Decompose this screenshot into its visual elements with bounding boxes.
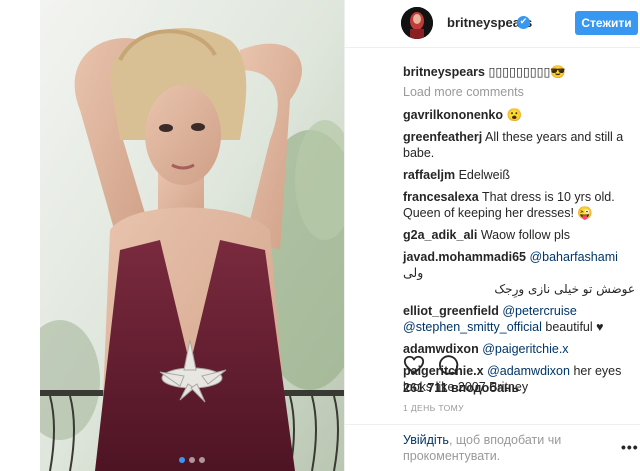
likes-count[interactable]: 261 711 вподобань xyxy=(403,381,519,395)
login-prompt: Увійдіть, щоб вподобати чи прокоментуват… xyxy=(345,424,640,471)
comment-icon[interactable] xyxy=(437,354,459,376)
comment-mention-link[interactable]: @petercruise xyxy=(502,304,577,318)
comment-username[interactable]: elliot_greenfield xyxy=(403,304,499,318)
comment: g2a_adik_ali Waow follow pls xyxy=(403,227,635,243)
caption-username[interactable]: britneyspears xyxy=(403,65,485,79)
comment-username[interactable]: g2a_adik_ali xyxy=(403,228,477,242)
comments-list: britneyspears ▯▯▯▯▯▯▯▯▯😎 Load more comme… xyxy=(403,64,635,401)
comment: elliot_greenfield @petercruise @stephen_… xyxy=(403,303,635,335)
verified-badge-icon: ✔ xyxy=(517,16,530,29)
post-details: britneyspears ✔ Стежити britneyspears ▯▯… xyxy=(344,0,640,471)
post-container: britneyspears ✔ Стежити britneyspears ▯▯… xyxy=(0,0,640,471)
comment-text-rtl: عوضش تو خیلی نازی ورِجک xyxy=(494,282,635,296)
post-header: britneyspears ✔ Стежити xyxy=(345,0,640,48)
comment: raffaeljm Edelweiß xyxy=(403,167,635,183)
carousel-indicator xyxy=(40,457,344,463)
comment: gavrilkononenko 😮 xyxy=(403,107,635,123)
comment-mention-link[interactable]: @baharfashami xyxy=(529,250,617,264)
post-photo[interactable] xyxy=(40,0,344,471)
comment: greenfeatherj All these years and still … xyxy=(403,129,635,161)
comment-username[interactable]: gavrilkononenko xyxy=(403,108,503,122)
carousel-dot[interactable] xyxy=(179,457,185,463)
comment-username[interactable]: javad.mohammadi65 xyxy=(403,250,526,264)
carousel-dot[interactable] xyxy=(199,457,205,463)
comment-username[interactable]: raffaeljm xyxy=(403,168,455,182)
comment-text: 😮 xyxy=(506,108,523,122)
comment-text: beautiful ♥ xyxy=(545,320,604,334)
comment-text: Waow follow pls xyxy=(480,228,570,242)
carousel-dot[interactable] xyxy=(189,457,195,463)
avatar-image xyxy=(401,7,433,39)
comment: francesalexa That dress is 10 yrs old. Q… xyxy=(403,189,635,221)
login-link[interactable]: Увійдіть xyxy=(403,433,449,447)
post-timestamp[interactable]: 1 день тому xyxy=(403,403,464,413)
follow-button[interactable]: Стежити xyxy=(575,11,638,35)
load-more-comments-link[interactable]: Load more comments xyxy=(403,84,635,100)
avatar[interactable] xyxy=(401,7,433,39)
post-caption: britneyspears ▯▯▯▯▯▯▯▯▯😎 xyxy=(403,64,635,80)
comment-mention-link[interactable]: @stephen_smitty_official xyxy=(403,320,542,334)
login-prompt-text: Увійдіть, щоб вподобати чи прокоментуват… xyxy=(403,432,603,464)
comment-username[interactable]: greenfeatherj xyxy=(403,130,482,144)
comment: javad.mohammadi65 @baharfashami ولی عوضش… xyxy=(403,249,635,297)
heart-icon[interactable] xyxy=(403,354,425,376)
more-options-icon[interactable]: ••• xyxy=(621,439,639,455)
caption-text: ▯▯▯▯▯▯▯▯▯😎 xyxy=(488,65,566,79)
comment-text: ولی xyxy=(403,266,424,280)
photo-image xyxy=(40,0,344,471)
post-actions xyxy=(403,354,635,378)
comment-username[interactable]: francesalexa xyxy=(403,190,479,204)
comment-text: Edelweiß xyxy=(458,168,511,182)
